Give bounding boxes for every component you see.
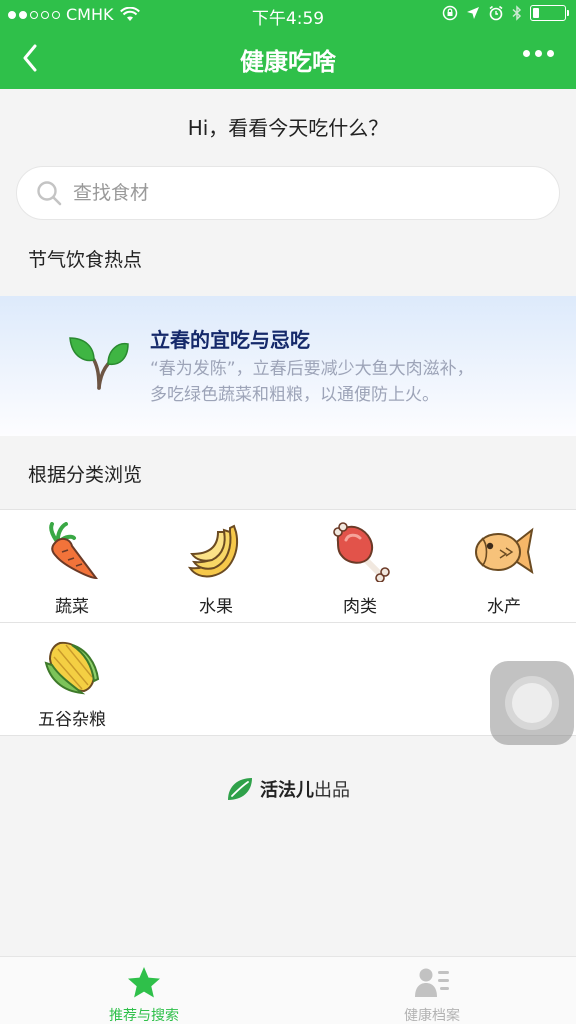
assistive-core: [512, 683, 552, 723]
battery-icon: [530, 5, 569, 21]
sprout-icon: [69, 337, 129, 390]
category-vegetables[interactable]: 蔬菜: [0, 510, 144, 622]
search-input[interactable]: [73, 182, 559, 204]
more-dot: [547, 50, 554, 57]
nav-bar: 健康吃啥: [0, 28, 576, 89]
tab-health-profile[interactable]: 健康档案: [288, 957, 576, 1024]
category-label: 五谷杂粮: [38, 710, 106, 730]
category-grains[interactable]: 五谷杂粮: [0, 623, 144, 735]
fish-icon: [475, 527, 534, 575]
tab-label: 健康档案: [404, 1008, 460, 1024]
search-bar[interactable]: [16, 166, 560, 220]
carrot-icon: [49, 522, 99, 580]
banana-icon: [187, 524, 238, 578]
greeting-text: Hi，看看今天吃什么？: [187, 116, 389, 140]
solar-term-card-desc: “春为发陈”，立春后要减少大鱼大肉滋补，多吃绿色蔬菜和粗粮，以通便防上火。: [150, 359, 474, 405]
alarm-icon: [489, 5, 503, 21]
category-fruits[interactable]: 水果: [144, 510, 288, 622]
category-label: 水产: [487, 597, 521, 617]
leaf-icon: [228, 778, 252, 800]
status-bar: CMHK 下午4:59: [0, 0, 576, 29]
solar-term-card[interactable]: 立春的宜吃与忌吃 “春为发陈”，立春后要减少大鱼大肉滋补，多吃绿色蔬菜和粗粮，以…: [0, 296, 576, 436]
more-dot: [535, 50, 542, 57]
solar-term-card-title: 立春的宜吃与忌吃: [150, 328, 310, 352]
solar-term-section-title: 节气饮食热点: [28, 249, 143, 271]
location-arrow-icon: [467, 7, 479, 19]
tab-label: 推荐与搜索: [109, 1008, 179, 1024]
category-label: 肉类: [343, 597, 377, 617]
corn-icon: [44, 641, 100, 695]
category-label: 蔬菜: [55, 597, 89, 617]
status-right: [442, 5, 569, 21]
brand-footer: 活法儿出品: [0, 776, 576, 802]
meat-icon: [333, 522, 390, 582]
tab-recommend-search[interactable]: 推荐与搜索: [0, 957, 288, 1024]
brand-name: 活法儿: [260, 780, 314, 801]
more-dot: [523, 50, 530, 57]
star-icon: [128, 967, 160, 998]
category-section-title: 根据分类浏览: [28, 464, 143, 486]
category-label: 水果: [199, 597, 233, 617]
more-button[interactable]: [519, 46, 558, 61]
search-icon: [37, 181, 62, 206]
category-seafood[interactable]: 水产: [432, 510, 576, 622]
category-row: 蔬菜 水果 肉类 水产: [0, 510, 576, 623]
tab-bar: 推荐与搜索 健康档案: [0, 956, 576, 1024]
battery-fill: [533, 8, 539, 18]
assistive-touch-button[interactable]: [490, 661, 574, 745]
rotation-lock-icon: [442, 5, 458, 21]
category-meat[interactable]: 肉类: [288, 510, 432, 622]
app-header: CMHK 下午4:59 健康吃啥: [0, 0, 576, 89]
bluetooth-icon: [512, 5, 522, 21]
page-title: 健康吃啥: [240, 48, 336, 76]
brand-suffix: 出品: [314, 780, 350, 801]
profile-icon: [415, 968, 449, 997]
